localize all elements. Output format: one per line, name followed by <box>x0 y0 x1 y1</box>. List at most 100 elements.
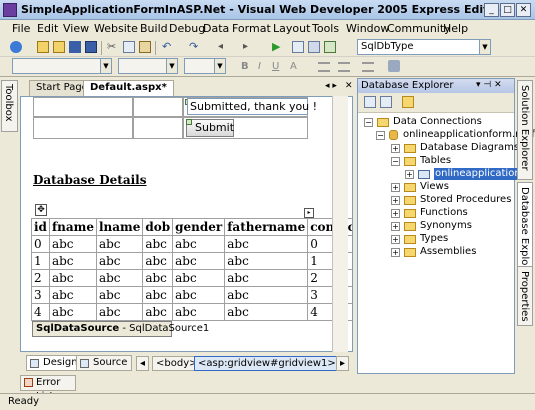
expand-icon[interactable]: + <box>391 248 400 257</box>
solution-explorer-icon[interactable] <box>308 41 320 53</box>
chevron-down-icon[interactable]: ▼ <box>214 59 225 73</box>
crumb-gridview[interactable]: <asp:gridview#gridview1> <box>194 356 340 371</box>
gridview1[interactable]: id fname lname dob gender fathername con… <box>31 218 352 321</box>
smart-tag-icon[interactable]: ▸ <box>304 208 314 218</box>
copy-icon[interactable] <box>123 41 135 53</box>
find-icon[interactable] <box>292 41 304 53</box>
form-cell <box>133 117 183 139</box>
justify-icon[interactable] <box>338 62 350 72</box>
menu-file[interactable]: File <box>12 22 30 35</box>
align-left-icon[interactable] <box>318 62 330 72</box>
menu-data[interactable]: Data <box>203 22 229 35</box>
navigate-backward-icon[interactable]: ◂ <box>218 41 230 53</box>
properties-icon[interactable] <box>324 41 336 53</box>
close-tab-icon[interactable]: ✕ <box>345 81 353 91</box>
menu-debug[interactable]: Debug <box>169 22 205 35</box>
design-view-button[interactable]: Design <box>26 355 83 371</box>
title-bar: SimpleApplicationFormInASP.Net - Visual … <box>0 0 535 20</box>
underline-button[interactable]: U <box>272 61 279 72</box>
italic-button[interactable]: I <box>258 61 261 72</box>
block-format-combo[interactable]: ▼ <box>12 58 112 74</box>
table-cell: abc <box>172 235 226 253</box>
solution-explorer-tab[interactable]: Solution Explorer <box>517 80 533 180</box>
table-row: 2abcabcabcabcabc2abc <box>31 269 352 287</box>
minimize-button[interactable]: _ <box>484 3 499 17</box>
source-view-button[interactable]: Source <box>76 355 133 371</box>
cut-icon[interactable]: ✂ <box>107 41 119 53</box>
refresh-icon[interactable] <box>364 96 376 108</box>
menu-view[interactable]: View <box>63 22 89 35</box>
vertical-scrollbar[interactable] <box>332 96 348 352</box>
font-name-combo[interactable]: ▼ <box>118 58 178 74</box>
tree-label: Database Diagrams <box>420 142 520 153</box>
list-icon[interactable] <box>362 62 374 72</box>
expand-icon[interactable]: + <box>391 183 400 192</box>
collapse-icon[interactable]: − <box>376 131 385 140</box>
expand-icon[interactable]: + <box>391 209 400 218</box>
design-surface[interactable]: Submitted, thank you ! Submit Database D… <box>20 96 353 352</box>
forecolor-button[interactable]: A <box>290 61 297 72</box>
collapse-icon[interactable]: − <box>391 157 400 166</box>
paste-icon[interactable] <box>139 41 151 53</box>
toolbox-tab[interactable]: Toolbox <box>1 80 18 132</box>
status-text: Ready <box>8 396 40 407</box>
undo-icon[interactable]: ↶ <box>162 41 174 53</box>
redo-icon[interactable]: ↷ <box>189 41 201 53</box>
folder-icon <box>404 157 416 166</box>
crumb-back-icon[interactable]: ◂ <box>136 356 150 371</box>
sqldatasource-control[interactable]: SqlDataSource - SqlDataSource1 <box>32 321 209 337</box>
menu-edit[interactable]: Edit <box>37 22 58 35</box>
chevron-down-icon[interactable]: ▼ <box>166 59 177 73</box>
table-cell: 2 <box>31 269 50 287</box>
expand-icon[interactable]: + <box>391 222 400 231</box>
table-row: 4abcabcabcabcabc4abc <box>31 303 352 321</box>
save-all-icon[interactable] <box>85 41 97 53</box>
error-list-tab[interactable]: Error List <box>20 375 76 402</box>
expand-icon[interactable]: + <box>391 235 400 244</box>
crumb-forward-icon[interactable]: ▸ <box>336 356 350 371</box>
menu-window[interactable]: Window <box>346 22 389 35</box>
collapse-icon[interactable]: − <box>364 118 373 127</box>
menu-tools[interactable]: Tools <box>312 22 339 35</box>
bold-button[interactable]: B <box>241 61 249 72</box>
expand-icon[interactable]: + <box>391 144 400 153</box>
menu-layout[interactable]: Layout <box>273 22 310 35</box>
submitted-label[interactable]: Submitted, thank you ! <box>187 98 317 115</box>
tab-default-aspx[interactable]: Default.aspx* <box>83 80 174 96</box>
table-cell: abc <box>95 235 144 253</box>
menu-build[interactable]: Build <box>140 22 168 35</box>
maximize-button[interactable]: □ <box>500 3 515 17</box>
font-size-combo[interactable]: ▼ <box>184 58 226 74</box>
open-folder-icon[interactable] <box>53 41 65 53</box>
panel-controls-icon[interactable]: ▾ ⊣ ✕ <box>476 79 502 92</box>
save-icon[interactable] <box>69 41 81 53</box>
submit-button[interactable]: Submit <box>186 119 234 137</box>
menu-format[interactable]: Format <box>232 22 271 35</box>
connect-to-database-icon[interactable] <box>402 96 414 108</box>
menu-help[interactable]: Help <box>443 22 468 35</box>
menu-community[interactable]: Community <box>387 22 451 35</box>
type-combo[interactable]: SqlDbType ▼ <box>357 39 491 55</box>
menu-website[interactable]: Website <box>94 22 138 35</box>
expand-icon[interactable]: + <box>391 196 400 205</box>
column-header-id: id <box>31 218 50 236</box>
tree-label: Tables <box>420 155 452 166</box>
tab-list-icon[interactable]: ◂ ▸ <box>325 81 337 91</box>
new-website-icon[interactable] <box>10 41 22 53</box>
chevron-down-icon[interactable]: ▼ <box>100 59 111 73</box>
table-cell: 4 <box>31 303 50 321</box>
status-bar: Ready <box>0 393 535 410</box>
tree-label: onlineapplicationform.mdf <box>403 129 535 140</box>
open-icon[interactable] <box>37 41 49 53</box>
tree-label: Synonyms <box>420 220 472 231</box>
move-handle-icon[interactable]: ✥ <box>35 204 47 216</box>
position-icon[interactable] <box>388 60 400 72</box>
menu-bar: File Edit View Website Build Debug Data … <box>0 20 535 38</box>
navigate-forward-icon[interactable]: ▸ <box>243 41 255 53</box>
chevron-down-icon[interactable]: ▼ <box>479 40 490 54</box>
expand-icon[interactable]: + <box>405 170 414 179</box>
properties-tab[interactable]: Properties <box>517 266 533 326</box>
stop-refresh-icon[interactable] <box>380 96 392 108</box>
start-debugging-icon[interactable]: ▶ <box>272 41 284 53</box>
close-button[interactable]: ✕ <box>516 3 531 17</box>
